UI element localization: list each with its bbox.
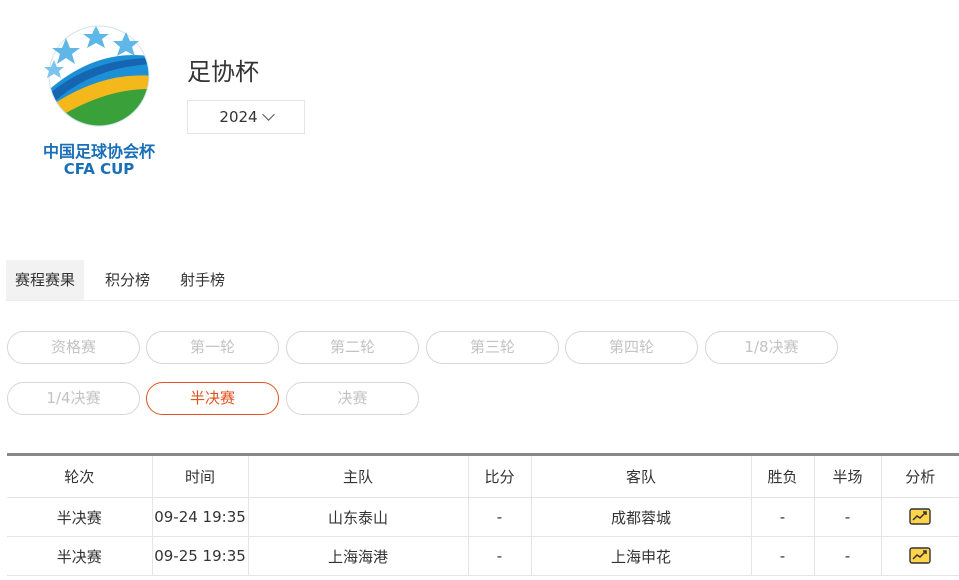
header-away: 客队 [531, 454, 752, 498]
header-analysis: 分析 [881, 454, 959, 498]
analysis-chart-icon[interactable] [909, 508, 931, 526]
round-semifinal[interactable]: 半决赛 [146, 382, 279, 415]
cell-away-team[interactable]: 上海申花 [531, 536, 752, 576]
season-value: 2024 [219, 108, 258, 126]
cell-round: 半决赛 [7, 536, 153, 576]
competition-title: 足协杯 [187, 58, 259, 86]
cell-round: 半决赛 [7, 497, 153, 537]
round-2[interactable]: 第二轮 [286, 331, 419, 364]
header-result: 胜负 [751, 454, 815, 498]
analysis-chart-icon[interactable] [909, 547, 931, 565]
cell-half: - [814, 536, 882, 576]
header-round: 轮次 [7, 454, 153, 498]
round-1[interactable]: 第一轮 [146, 331, 279, 364]
round-final[interactable]: 决赛 [286, 382, 419, 415]
cell-score: - [468, 536, 532, 576]
table-row: 半决赛 09-24 19:35 山东泰山 - 成都蓉城 - - [7, 497, 959, 537]
cell-analysis [881, 497, 959, 537]
chevron-down-icon [261, 108, 275, 121]
header-home: 主队 [248, 454, 469, 498]
logo-cn-text: 中国足球协会杯 [42, 142, 155, 161]
tab-standings[interactable]: 积分榜 [96, 260, 159, 300]
match-table: 轮次 时间 主队 比分 客队 胜负 半场 分析 半决赛 09-24 19:35 … [7, 453, 959, 576]
cell-home-team[interactable]: 上海海港 [248, 536, 469, 576]
round-of-16[interactable]: 1/8决赛 [705, 331, 838, 364]
cell-away-team[interactable]: 成都蓉城 [531, 497, 752, 537]
header-time: 时间 [152, 454, 249, 498]
cell-result: - [751, 536, 815, 576]
round-quarterfinal[interactable]: 1/4决赛 [7, 382, 140, 415]
header-half: 半场 [814, 454, 882, 498]
tab-schedule-results[interactable]: 赛程赛果 [6, 260, 85, 300]
cell-time: 09-25 19:35 [152, 536, 249, 576]
tab-top-scorers[interactable]: 射手榜 [171, 260, 234, 300]
cell-half: - [814, 497, 882, 537]
season-select[interactable]: 2024 [187, 100, 305, 134]
cfa-cup-emblem [44, 25, 150, 127]
cell-result: - [751, 497, 815, 537]
tab-bar: 赛程赛果 积分榜 射手榜 [6, 260, 959, 301]
cell-analysis [881, 536, 959, 576]
round-3[interactable]: 第三轮 [426, 331, 559, 364]
cell-score: - [468, 497, 532, 537]
header-score: 比分 [468, 454, 532, 498]
table-header-row: 轮次 时间 主队 比分 客队 胜负 半场 分析 [7, 454, 959, 498]
cell-time: 09-24 19:35 [152, 497, 249, 537]
round-qualifying[interactable]: 资格赛 [7, 331, 140, 364]
logo-en-text: CFA CUP [63, 160, 135, 178]
cfa-cup-logo: 中国足球协会杯 CFA CUP [28, 20, 170, 180]
round-4[interactable]: 第四轮 [565, 331, 698, 364]
cell-home-team[interactable]: 山东泰山 [248, 497, 469, 537]
table-row: 半决赛 09-25 19:35 上海海港 - 上海申花 - - [7, 536, 959, 576]
